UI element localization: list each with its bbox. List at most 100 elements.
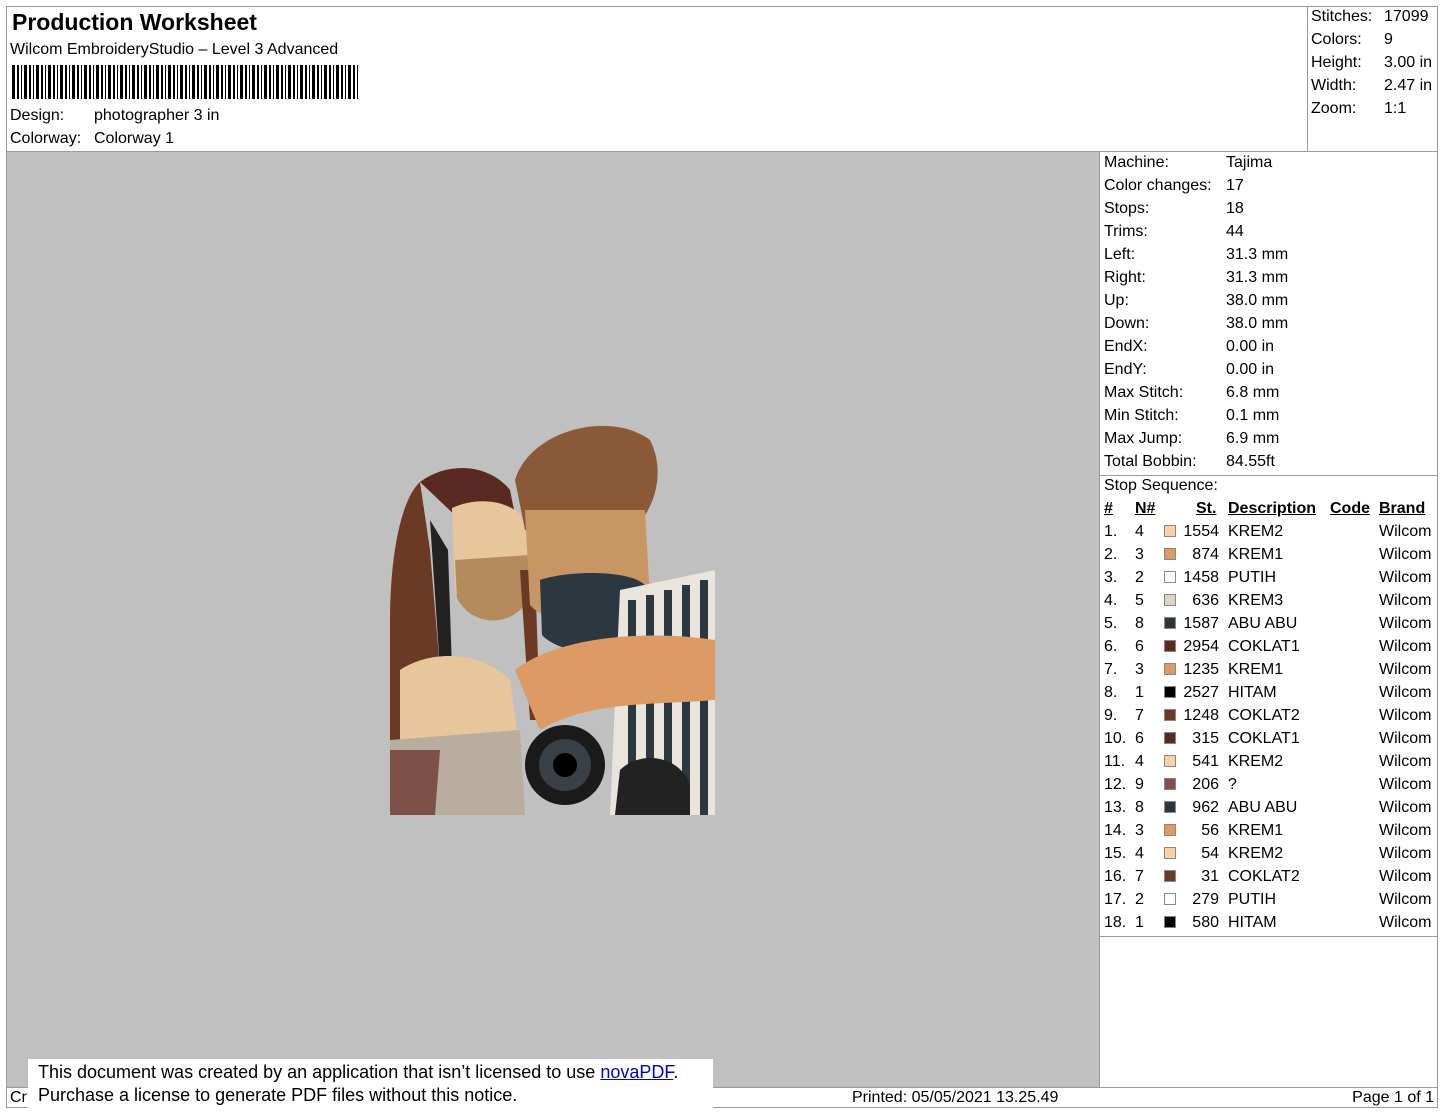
stop-row: 18. 1 580 HITAM Wilcom: [1100, 914, 1438, 937]
stop-st: 580: [1192, 914, 1219, 931]
machine-info-row: Down: 38.0 mm: [1104, 315, 1288, 333]
machine-info-row: Machine: Tajima: [1104, 154, 1272, 172]
column-header: #: [1104, 500, 1113, 517]
machine-info-value: 17: [1226, 177, 1244, 194]
color-swatch: [1164, 916, 1176, 928]
machine-info-row: Stops: 18: [1104, 200, 1244, 218]
stop-row: 16. 7 31 COKLAT2 Wilcom: [1100, 868, 1438, 891]
app-subtitle: Wilcom EmbroideryStudio – Level 3 Advanc…: [10, 41, 339, 58]
notice-text: This document was created by an applicat…: [38, 1062, 601, 1082]
stop-st: 1458: [1183, 569, 1219, 586]
stop-n: 5: [1135, 592, 1144, 609]
column-header: N#: [1135, 500, 1156, 517]
machine-info-row: Right: 31.3 mm: [1104, 269, 1288, 287]
stop-n: 2: [1135, 891, 1144, 908]
machine-info-label: Min Stitch:: [1104, 407, 1179, 424]
machine-info-label: EndY:: [1104, 361, 1147, 378]
stop-desc: KREM1: [1228, 822, 1284, 839]
stop-brand: Wilcom: [1379, 546, 1432, 563]
stat-height: Height: 3.00 in: [1311, 54, 1432, 72]
stop-n: 9: [1135, 776, 1144, 793]
stop-num: 11.: [1104, 753, 1126, 770]
machine-info-label: Machine:: [1104, 154, 1169, 171]
stop-num: 7.: [1104, 661, 1118, 678]
color-swatch: [1164, 686, 1176, 698]
color-swatch: [1164, 525, 1176, 537]
color-swatch: [1164, 663, 1176, 675]
stop-desc: KREM1: [1228, 546, 1284, 563]
stat-stitches: Stitches: 17099: [1311, 8, 1429, 26]
stop-brand: Wilcom: [1379, 615, 1432, 632]
stat-label: Colors:: [1311, 31, 1362, 48]
color-swatch: [1164, 594, 1176, 606]
stop-brand: Wilcom: [1379, 638, 1432, 655]
stop-row: 10. 6 315 COKLAT1 Wilcom: [1100, 730, 1438, 753]
stop-desc: KREM2: [1228, 753, 1284, 770]
stop-st: 279: [1192, 891, 1219, 908]
color-swatch: [1164, 847, 1176, 859]
stop-row: 2. 3 874 KREM1 Wilcom: [1100, 546, 1438, 569]
stop-n: 8: [1135, 615, 1144, 632]
stop-sequence-title: Stop Sequence:: [1104, 477, 1218, 494]
stop-num: 2.: [1104, 546, 1118, 563]
stop-brand: Wilcom: [1379, 914, 1432, 931]
machine-info-box: Machine: Tajima Color changes: 17 Stops: 18 Tr…: [1100, 152, 1438, 937]
stop-desc: PUTIH: [1228, 569, 1276, 586]
notice-text-end: .: [673, 1062, 679, 1082]
footer-left-text: Cr: [10, 1089, 27, 1106]
machine-info-row: Color changes: 17: [1104, 177, 1244, 195]
stop-n: 1: [1135, 684, 1144, 701]
machine-info-label: Stops:: [1104, 200, 1150, 217]
stop-brand: Wilcom: [1379, 684, 1432, 701]
color-swatch: [1164, 571, 1176, 583]
stop-n: 6: [1135, 638, 1144, 655]
page-number: Page 1 of 1: [1352, 1089, 1434, 1106]
stop-st: 1248: [1183, 707, 1219, 724]
stop-desc: COKLAT1: [1228, 730, 1300, 747]
stop-desc: ABU ABU: [1228, 615, 1298, 632]
section-divider: [1100, 475, 1438, 476]
embroidery-design-image: [390, 425, 715, 815]
stop-n: 4: [1135, 753, 1144, 770]
stop-row: 12. 9 206? Wilcom: [1100, 776, 1438, 799]
stat-zoom: Zoom: 1:1: [1311, 100, 1406, 118]
stat-value: 2.47 in: [1384, 77, 1433, 94]
stop-st: 874: [1192, 546, 1219, 563]
stop-desc: ABU ABU: [1228, 799, 1298, 816]
stop-num: 5.: [1104, 615, 1118, 632]
machine-info-label: Right:: [1104, 269, 1146, 286]
machine-info-value: 18: [1226, 200, 1244, 217]
stat-colors: Colors: 9: [1311, 31, 1393, 49]
stop-brand: Wilcom: [1379, 661, 1432, 678]
machine-info-label: Color changes:: [1104, 177, 1212, 194]
stop-desc: KREM2: [1228, 845, 1284, 862]
stop-num: 3.: [1104, 569, 1118, 586]
stop-st: 315: [1192, 730, 1219, 747]
stop-brand: Wilcom: [1379, 523, 1432, 540]
novapdf-link[interactable]: novaPDF: [600, 1062, 673, 1082]
stat-value: 9: [1384, 31, 1393, 48]
stop-desc: COKLAT2: [1228, 868, 1300, 885]
color-swatch: [1164, 893, 1176, 905]
stop-num: 14.: [1104, 822, 1127, 839]
printed-date: Printed: 05/05/2021 13.25.49: [852, 1089, 1059, 1106]
stop-row: 17. 2 279 PUTIH Wilcom: [1100, 891, 1438, 914]
stop-n: 4: [1135, 523, 1144, 540]
stats-box: Stitches: 17099 Colors: 9 Height: 3.00 in W…: [1307, 6, 1438, 151]
stop-num: 13.: [1104, 799, 1127, 816]
machine-info-label: Max Jump:: [1104, 430, 1183, 447]
color-swatch: [1164, 755, 1176, 767]
machine-info-value: 31.3 mm: [1226, 246, 1289, 263]
stop-brand: Wilcom: [1379, 730, 1432, 747]
stop-num: 6.: [1104, 638, 1118, 655]
stop-desc: KREM1: [1228, 661, 1284, 678]
stat-value: 17099: [1384, 8, 1429, 25]
color-swatch: [1164, 548, 1176, 560]
machine-info-row: Max Stitch: 6.8 mm: [1104, 384, 1279, 402]
stop-st: 1587: [1183, 615, 1219, 632]
stop-n: 3: [1135, 822, 1144, 839]
column-header: Brand: [1379, 500, 1426, 517]
machine-info-row: Left: 31.3 mm: [1104, 246, 1288, 264]
machine-info-label: Max Stitch:: [1104, 384, 1184, 401]
stop-num: 1.: [1104, 523, 1118, 540]
